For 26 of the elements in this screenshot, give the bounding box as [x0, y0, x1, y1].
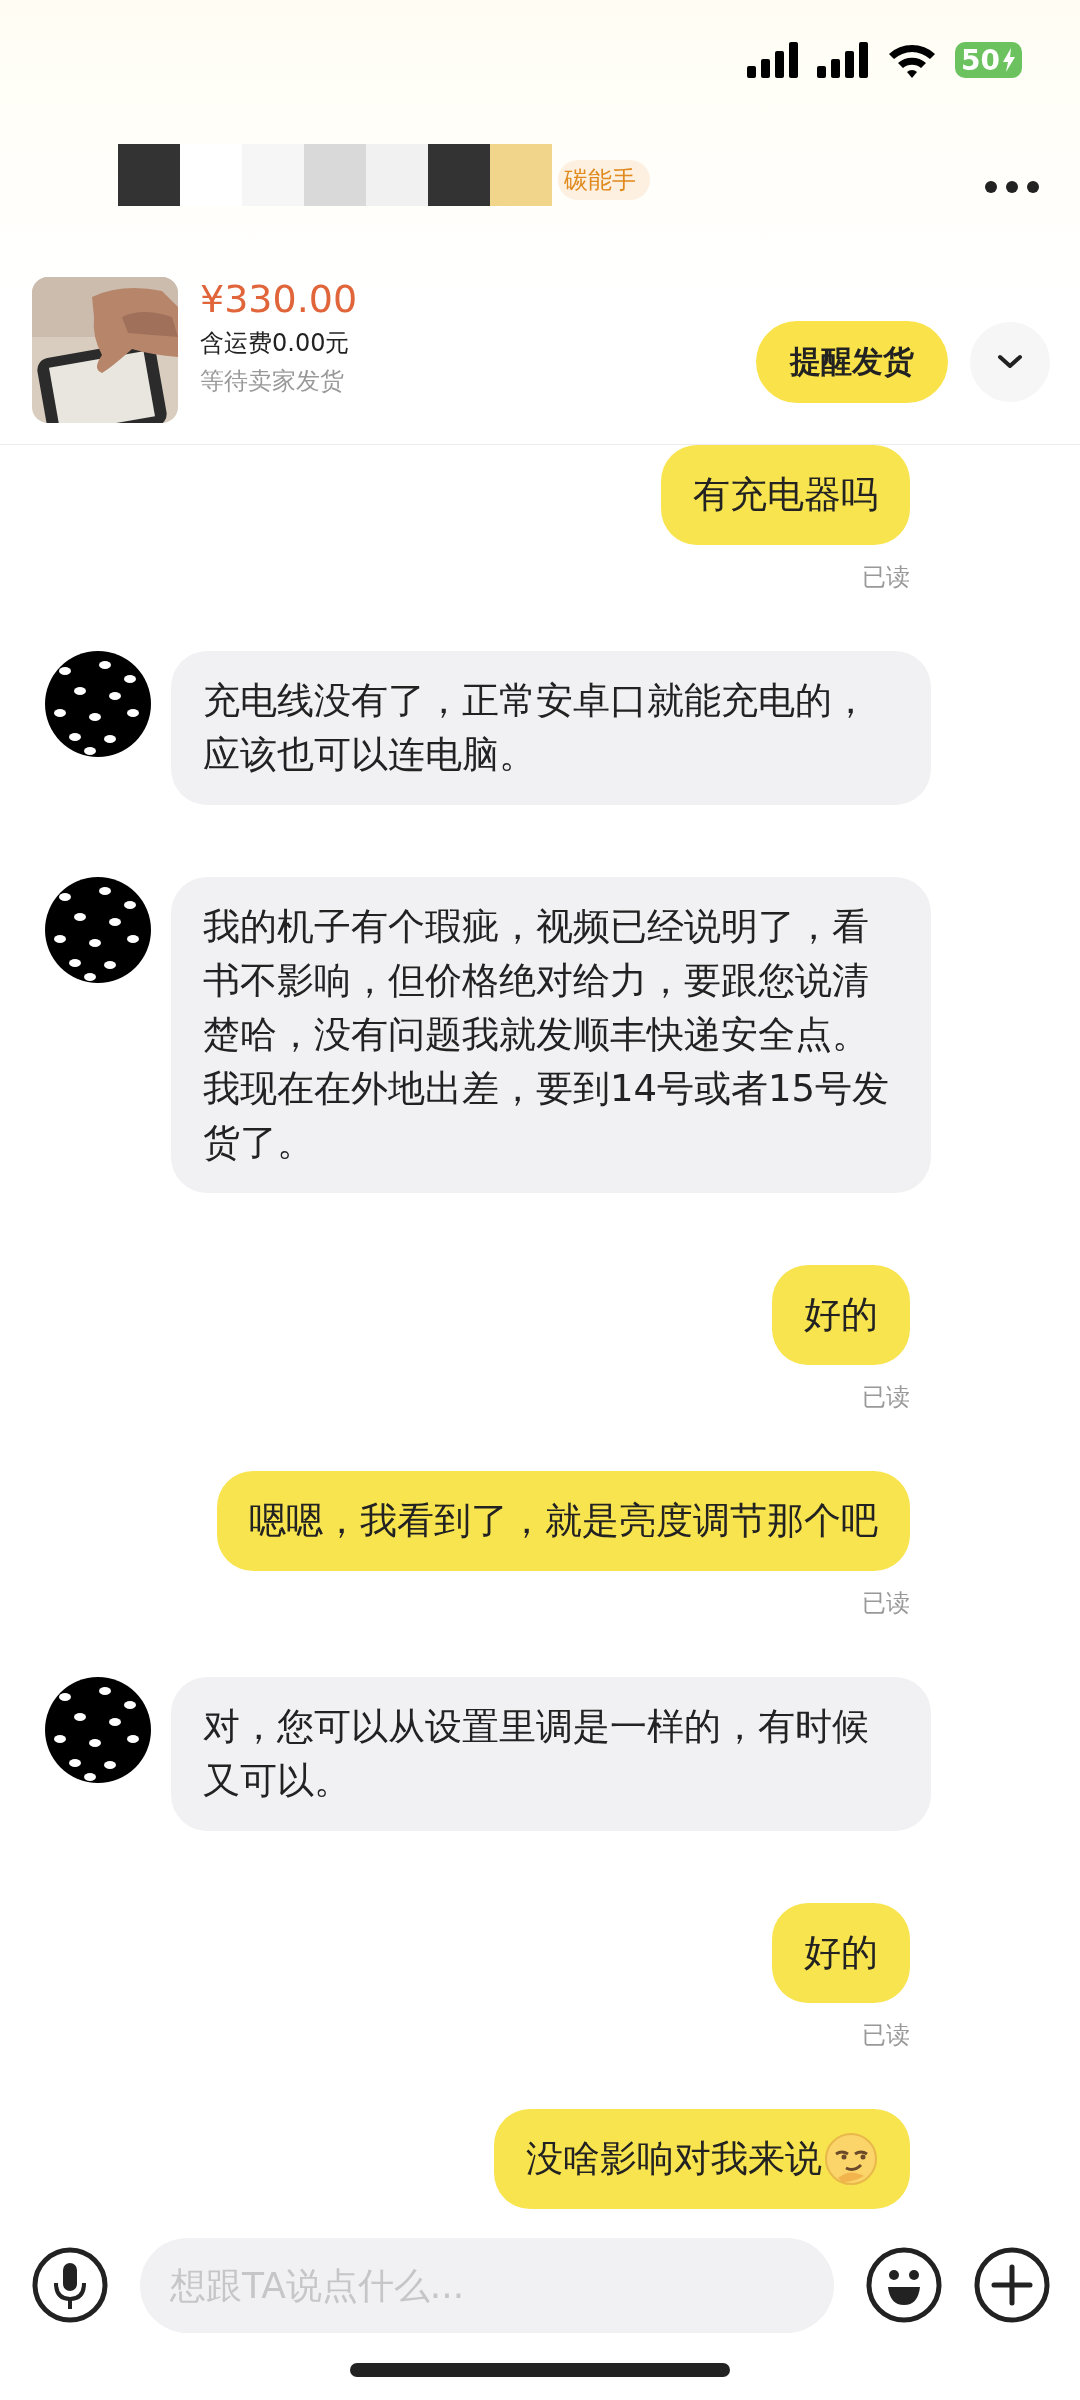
- read-receipt: 已读: [862, 2020, 910, 2051]
- received-message: 对，您可以从设置里调是一样的，有时候又可以。: [171, 1677, 931, 1831]
- more-icon[interactable]: [984, 180, 1040, 194]
- plus-icon[interactable]: [974, 2247, 1050, 2323]
- user-tag: 碳能手: [558, 160, 650, 200]
- read-receipt: 已读: [862, 562, 910, 593]
- smiley-icon[interactable]: [866, 2247, 942, 2323]
- sent-message: 嗯嗯，我看到了，就是亮度调节那个吧: [217, 1471, 910, 1571]
- read-receipt: 已读: [862, 1382, 910, 1413]
- read-receipt: 已读: [862, 1588, 910, 1619]
- order-status: 等待卖家发货: [200, 366, 345, 397]
- signal-icon: [747, 42, 800, 78]
- price: ¥330.00: [200, 277, 359, 321]
- microphone-icon[interactable]: [32, 2247, 108, 2323]
- wifi-icon: [887, 42, 938, 78]
- received-message: 充电线没有了，正常安卓口就能充电的，应该也可以连电脑。: [171, 651, 931, 805]
- received-message: 我的机子有个瑕疵，视频已经说明了，看书不影响，但价格绝对给力，要跟您说清楚哈，没有问题我就发顺丰快递安全点。我现在在外地出差，要到14号或者15号发货了。: [171, 877, 931, 1193]
- sent-message: 好的: [772, 1903, 910, 2003]
- remind-button[interactable]: 提醒发货: [756, 321, 948, 403]
- sent-message: 没啥影响对我来说: [494, 2109, 910, 2209]
- signal-icon: [817, 42, 870, 78]
- chevron-down-icon: [997, 354, 1023, 370]
- shipping-fee: 含运费0.00元: [200, 328, 351, 359]
- sent-message: 有充电器吗: [661, 445, 910, 545]
- battery-indicator: 50: [955, 42, 1022, 78]
- sent-message: 好的: [772, 1265, 910, 1365]
